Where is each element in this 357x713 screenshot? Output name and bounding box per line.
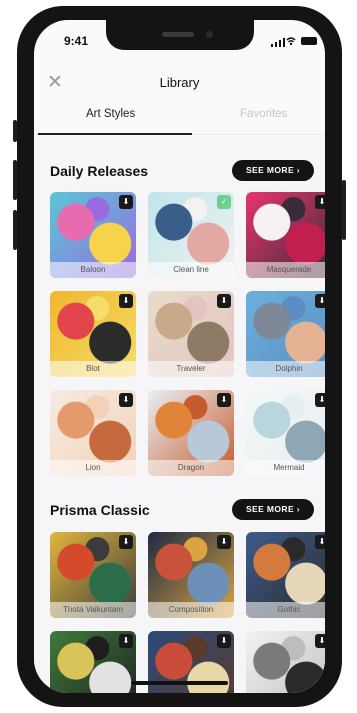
volume-down-button [13,210,17,250]
style-label: Clean line [148,262,234,278]
download-icon[interactable]: ⬇ [315,634,325,648]
tab-bar: Art Styles Favorites [34,102,325,136]
mute-switch [13,120,17,142]
style-tile[interactable]: ⬇ Composition [148,532,234,618]
download-icon[interactable]: ⬇ [119,634,133,648]
style-label: Lion [50,460,136,476]
style-tile[interactable]: ⬇ Dolphin [246,291,325,377]
style-tile[interactable]: ⬇ Blot [50,291,136,377]
download-icon[interactable]: ⬇ [119,294,133,308]
style-tile[interactable]: ⬇ Gothic [246,532,325,618]
style-label: Mermaid [246,460,325,476]
see-more-button[interactable]: SEE MORE › [232,160,314,181]
style-tile[interactable]: ⬇ Traveler [148,291,234,377]
style-thumbnail [246,631,325,693]
volume-up-button [13,160,17,200]
tab-art-styles[interactable]: Art Styles [86,108,135,120]
style-tile[interactable]: ⬇ [50,631,136,693]
see-more-button[interactable]: SEE MORE › [232,499,314,520]
download-icon[interactable]: ⬇ [119,195,133,209]
style-tile[interactable]: ⬇ Mermaid [246,390,325,476]
style-tile[interactable]: ⬇ Baloon [50,192,136,278]
style-label: Thota Vaikuntam [50,602,136,618]
signal-icon [271,37,285,47]
home-indicator [131,681,228,685]
style-label: Dragon [148,460,234,476]
download-icon[interactable]: ⬇ [119,535,133,549]
style-tile[interactable]: ✓ Clean line [148,192,234,278]
style-label: Traveler [148,361,234,377]
download-icon[interactable]: ⬇ [217,393,231,407]
style-tile[interactable]: ⬇ Dragon [148,390,234,476]
download-icon[interactable]: ⬇ [315,535,325,549]
section-title: Daily Releases [50,163,149,179]
style-tile[interactable]: ⬇ Masquerade [246,192,325,278]
screen: 9:41 ✕ Library Art Styles Favorites Dail… [34,20,325,693]
status-bar: 9:41 [34,34,325,52]
active-tab-indicator [38,133,192,135]
style-label: Masquerade [246,262,325,278]
chevron-right-icon: › [296,165,301,175]
download-icon[interactable]: ⬇ [315,195,325,209]
battery-icon [301,37,317,45]
style-tile[interactable]: ⬇ [246,631,325,693]
page-title: Library [159,75,200,90]
download-icon[interactable]: ⬇ [217,535,231,549]
wifi-icon [286,37,296,46]
style-tile[interactable]: ⬇ Lion [50,390,136,476]
header: ✕ Library [34,70,325,100]
see-more-label: SEE MORE [245,504,295,514]
style-tile[interactable]: ⬇ Thota Vaikuntam [50,532,136,618]
tab-favorites[interactable]: Favorites [240,108,287,120]
style-label: Composition [148,602,234,618]
see-more-label: SEE MORE [245,165,295,175]
section-title: Prisma Classic [50,502,150,518]
style-grid: ⬇ Baloon ✓ Clean line ⬇ Masquerade ⬇ Blot ⬇ Trave… [50,192,325,476]
style-label: Blot [50,361,136,377]
side-button [342,180,346,240]
download-icon[interactable]: ⬇ [315,393,325,407]
style-label: Dolphin [246,361,325,377]
style-grid: ⬇ Thota Vaikuntam ⬇ Composition ⬇ Gothic ⬇ ⬇ ⬇ [50,532,325,693]
library-content: Daily Releases SEE MORE › ⬇ Baloon ✓ Clean … [34,136,325,693]
download-icon[interactable]: ⬇ [119,393,133,407]
status-time: 9:41 [64,34,89,48]
download-icon[interactable]: ⬇ [217,634,231,648]
chevron-right-icon: › [296,504,301,514]
style-label: Gothic [246,602,325,618]
download-icon[interactable]: ⬇ [217,294,231,308]
checkmark-icon[interactable]: ✓ [217,195,231,209]
download-icon[interactable]: ⬇ [315,294,325,308]
style-label: Baloon [50,262,136,278]
